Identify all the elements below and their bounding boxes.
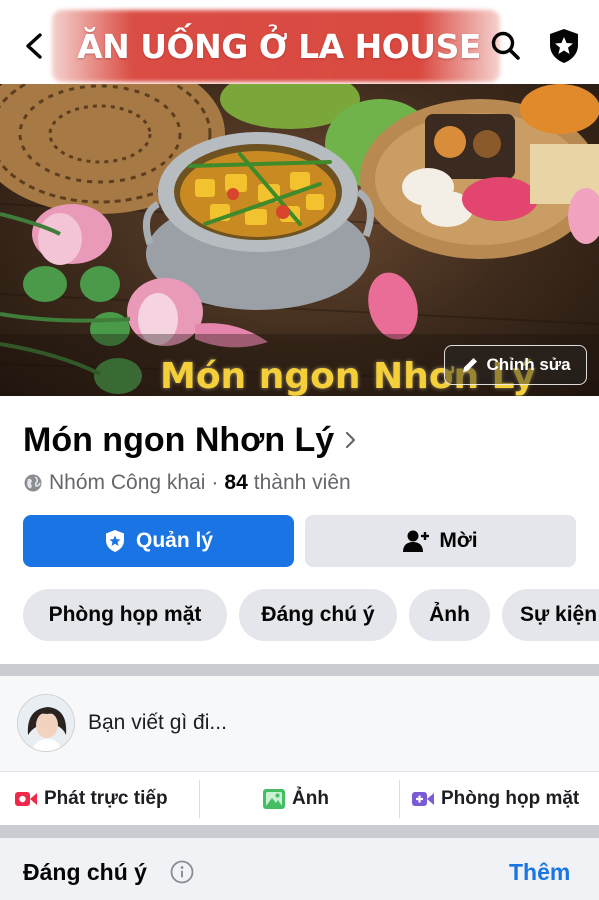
tab-meeting-room[interactable]: Phòng họp mặt: [23, 589, 227, 641]
chevron-left-icon: [26, 33, 42, 59]
tab-label: Phòng họp mặt: [48, 603, 202, 626]
post-composer-input[interactable]: Bạn viết gì đi...: [88, 705, 568, 741]
member-count: 84: [224, 471, 248, 494]
member-label: thành viên: [253, 471, 351, 494]
search-icon: [491, 31, 520, 60]
post-action-bar: Phát trực tiếp Ảnh Phòng họp mặt: [0, 771, 599, 825]
add-person-icon: [403, 530, 430, 552]
tab-label: Sự kiện: [520, 603, 598, 626]
action-separator: [199, 780, 200, 818]
photo-button[interactable]: Ảnh: [262, 772, 329, 826]
shield-star-icon: [550, 29, 578, 63]
edit-cover-button[interactable]: Chỉnh sửa: [444, 345, 587, 385]
top-bar: ĂN UỐNG Ở LA HOUSE: [0, 0, 599, 84]
tab-label: Đáng chú ý: [261, 603, 375, 626]
group-name-link[interactable]: Món ngon Nhơn Lý: [23, 418, 358, 462]
section-divider: [0, 825, 599, 838]
room-button[interactable]: Phòng họp mặt: [411, 772, 579, 826]
tab-label: Ảnh: [429, 603, 470, 626]
invite-label: Mời: [439, 529, 478, 552]
chevron-right-icon: [346, 431, 356, 449]
live-video-button[interactable]: Phát trực tiếp: [14, 772, 168, 826]
search-button[interactable]: [488, 28, 524, 64]
section-divider: [0, 664, 599, 676]
tab-featured[interactable]: Đáng chú ý: [239, 589, 397, 641]
group-meta: Nhóm Công khai · 84 thành viên: [23, 468, 351, 498]
photo-icon: [263, 789, 285, 809]
avatar[interactable]: [17, 694, 75, 752]
action-label: Ảnh: [292, 788, 329, 809]
room-video-icon: [412, 792, 434, 806]
edit-cover-label: Chỉnh sửa: [486, 355, 571, 374]
info-icon[interactable]: [170, 860, 194, 884]
action-label: Phòng họp mặt: [441, 788, 580, 809]
back-button[interactable]: [18, 28, 50, 64]
shield-star-icon: [105, 530, 124, 552]
tab-events[interactable]: Sự kiện: [502, 589, 599, 641]
tab-photos[interactable]: Ảnh: [409, 589, 490, 641]
meta-separator: ·: [211, 471, 219, 494]
privacy-label: Nhóm Công khai: [49, 471, 206, 494]
admin-tools-button[interactable]: [544, 26, 584, 66]
action-label: Phát trực tiếp: [44, 788, 168, 809]
manage-label: Quản lý: [135, 529, 214, 552]
action-separator: [399, 780, 400, 818]
manage-button[interactable]: Quản lý: [23, 515, 294, 567]
globe-icon: [24, 474, 42, 492]
group-name: Món ngon Nhơn Lý: [23, 420, 335, 459]
pencil-icon: [463, 358, 478, 372]
banner-title: ĂN UỐNG Ở LA HOUSE: [77, 27, 481, 66]
see-more-link[interactable]: Thêm: [509, 856, 570, 888]
live-video-icon: [15, 792, 37, 806]
featured-title: Đáng chú ý: [23, 859, 147, 885]
invite-button[interactable]: Mời: [305, 515, 576, 567]
user-avatar-image: [18, 695, 74, 751]
